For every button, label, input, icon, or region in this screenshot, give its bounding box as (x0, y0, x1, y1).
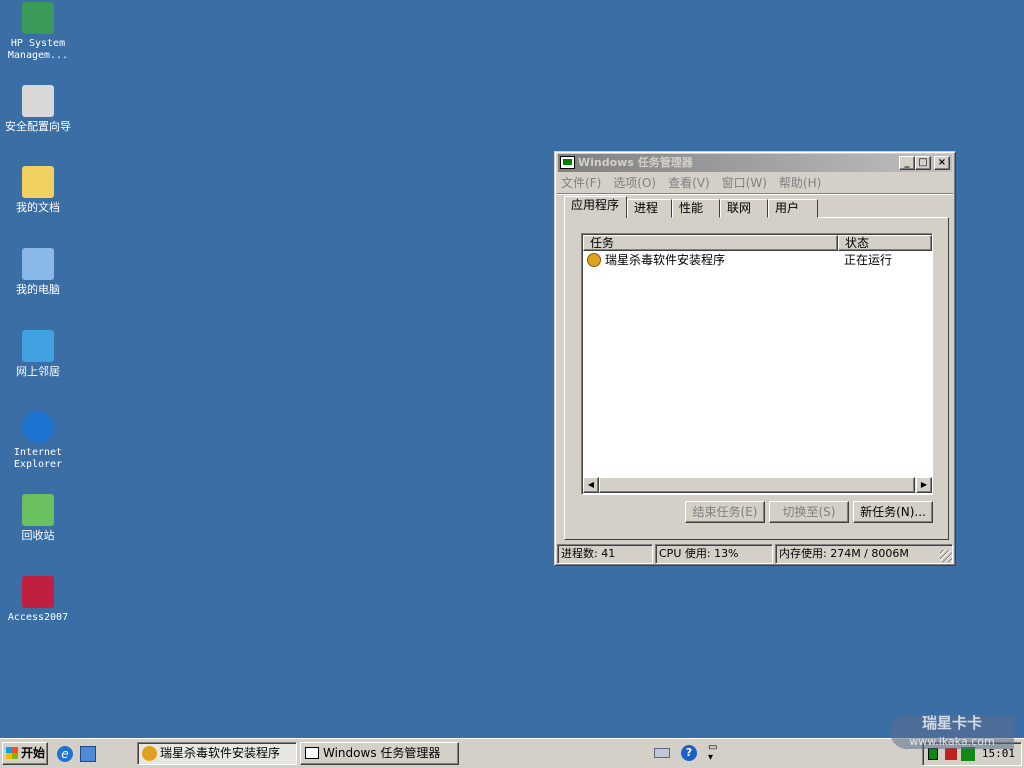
tab-2[interactable]: 性能 (672, 199, 720, 218)
horizontal-scrollbar[interactable]: ◀ ▶ (583, 477, 932, 493)
start-button[interactable]: 开始 (2, 742, 48, 765)
table-row[interactable]: 瑞星杀毒软件安装程序 正在运行 (585, 252, 931, 268)
rising-tiger-icon (587, 253, 601, 267)
tab-3[interactable]: 联网 (720, 199, 768, 218)
desktop-icon-label: Access2007 (7, 612, 69, 623)
my-documents-icon (22, 166, 54, 198)
network-places-icon (22, 330, 54, 362)
status-processes: 进程数: 41 (557, 544, 653, 564)
scroll-thumb[interactable] (599, 477, 915, 493)
desktop-icon-label: HP System Managem... (7, 38, 69, 61)
task-list[interactable]: 任务 状态 瑞星杀毒软件安装程序 正在运行 ◀ ▶ (581, 233, 933, 495)
access-icon (22, 576, 54, 608)
new-task-button[interactable]: 新任务(N)... (853, 501, 933, 523)
window-title: Windows 任务管理器 (578, 156, 693, 169)
tab-0[interactable]: 应用程序 (564, 196, 627, 218)
menu-bar: 文件(F) 选项(O) 查看(V) 窗口(W) 帮助(H) (561, 174, 821, 192)
desktop-icon-label: 我的电脑 (16, 283, 60, 296)
taskbar-item-task-manager[interactable]: Windows 任务管理器 (300, 742, 459, 765)
desktop-icon-label: 回收站 (21, 529, 55, 542)
resize-grip-icon[interactable] (940, 550, 952, 562)
column-header-status[interactable]: 状态 (838, 235, 932, 251)
taskbar: 开始 e 瑞星杀毒软件安装程序 Windows 任务管理器 ? ▭ ▾ 15:01 (0, 738, 1024, 768)
security-wizard-icon (22, 85, 54, 117)
switch-to-button[interactable]: 切换至(S) (769, 501, 849, 523)
scroll-right-button[interactable]: ▶ (916, 477, 932, 493)
status-memory: 内存使用: 274M / 8006M (775, 544, 953, 564)
desktop-icon-label: 我的文档 (16, 201, 60, 214)
desktop-icon[interactable]: 网上邻居 (0, 330, 76, 378)
windows-logo-icon (6, 747, 18, 759)
desktop-icon[interactable]: 我的文档 (0, 166, 76, 214)
tab-4[interactable]: 用户 (768, 199, 818, 218)
scroll-left-button[interactable]: ◀ (583, 477, 599, 493)
column-header-task[interactable]: 任务 (583, 235, 838, 251)
desktop-icon[interactable]: Internet Explorer (0, 411, 76, 471)
recycle-bin-icon (22, 494, 54, 526)
task-manager-icon (560, 156, 575, 169)
maximize-button[interactable]: □ (915, 156, 931, 170)
hp-system-management-icon (22, 2, 54, 34)
menu-item[interactable]: 窗口(W) (722, 174, 767, 192)
my-computer-icon (22, 248, 54, 280)
language-bar-icon[interactable]: ▭ ▾ (708, 743, 717, 763)
quicklaunch-ie-icon[interactable]: e (57, 746, 73, 762)
menu-item[interactable]: 帮助(H) (779, 174, 821, 192)
title-bar[interactable]: Windows 任务管理器 _ □ × (558, 154, 952, 172)
end-task-button[interactable]: 结束任务(E) (685, 501, 765, 523)
desktop-icon-label: Internet Explorer (13, 447, 63, 470)
help-icon[interactable]: ? (681, 745, 697, 761)
rising-tiger-icon (142, 746, 157, 761)
desktop-icon[interactable]: 我的电脑 (0, 248, 76, 296)
desktop-icon[interactable]: HP System Managem... (0, 2, 76, 62)
status-cpu: CPU 使用: 13% (655, 544, 773, 564)
desktop-icon-label: 安全配置向导 (5, 120, 71, 133)
keyboard-icon[interactable] (654, 748, 670, 758)
task-manager-icon (305, 747, 319, 759)
minimize-button[interactable]: _ (899, 156, 915, 170)
close-button[interactable]: × (934, 156, 950, 170)
menu-item[interactable]: 查看(V) (668, 174, 710, 192)
quicklaunch-show-desktop-icon[interactable] (80, 746, 96, 762)
taskbar-item-rising[interactable]: 瑞星杀毒软件安装程序 (137, 742, 297, 765)
watermark: 瑞星卡卡 www.ikaka.com (890, 715, 1014, 749)
desktop-icon[interactable]: Access2007 (0, 576, 76, 624)
internet-explorer-icon (22, 411, 54, 443)
desktop-icon[interactable]: 回收站 (0, 494, 76, 542)
menu-item[interactable]: 文件(F) (561, 174, 601, 192)
tab-1[interactable]: 进程 (627, 199, 672, 218)
menu-item[interactable]: 选项(O) (613, 174, 656, 192)
desktop-icon[interactable]: 安全配置向导 (0, 85, 76, 133)
task-manager-window: Windows 任务管理器 _ □ × 文件(F) 选项(O) 查看(V) 窗口(W)… (554, 151, 956, 566)
desktop-icon-label: 网上邻居 (16, 365, 60, 378)
